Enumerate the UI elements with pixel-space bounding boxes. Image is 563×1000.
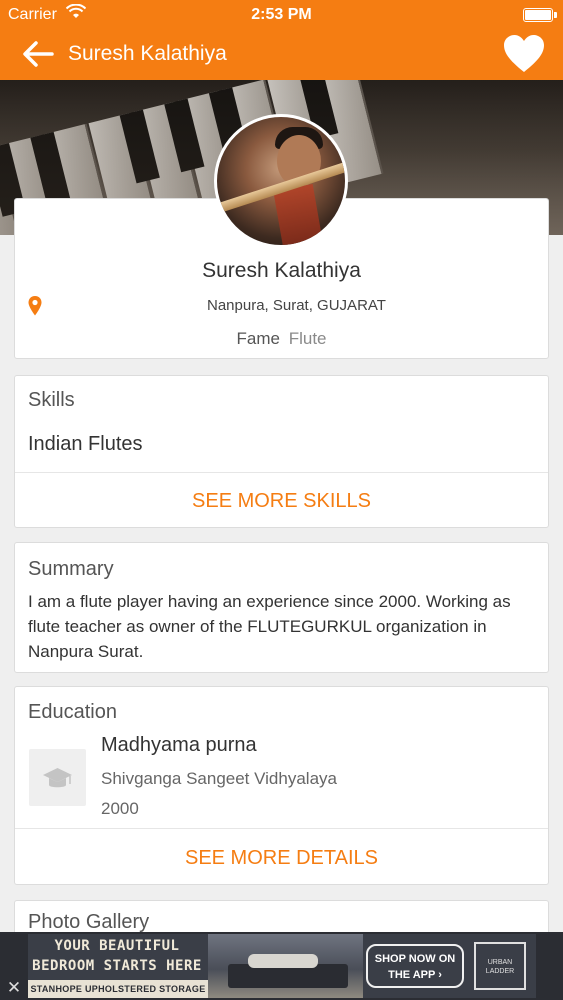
location-pin-icon [28,296,42,316]
app-header: Carrier 2:53 PM Suresh Kalathiya [0,0,563,80]
back-button[interactable] [18,36,58,72]
ad-banner[interactable]: ✕ YOUR BEAUTIFUL BEDROOM STARTS HERE STA… [0,932,563,1000]
ad-footer: STANHOPE UPHOLSTERED STORAGE BED [28,980,208,998]
battery-icon [523,8,557,22]
education-card: Education Madhyama purna Shivganga Sange… [14,686,549,885]
education-year: 2000 [101,799,139,818]
shop-now-button[interactable]: SHOP NOW ON THE APP › [366,944,464,988]
ad-photo [208,934,363,998]
ad-headline-line2: BEDROOM STARTS HERE [32,958,202,974]
see-more-details-button[interactable]: SEE MORE DETAILS [15,847,548,870]
status-bar: Carrier 2:53 PM [0,0,563,30]
ad-headline-line1: YOUR BEAUTIFUL [54,938,180,954]
brand-logo: URBAN LADDER [474,942,526,990]
summary-text: I am a flute player having an experience… [28,592,511,661]
close-ad-button[interactable]: ✕ [4,978,24,998]
education-school: Shivganga Sangeet Vidhyalaya [101,769,337,788]
page-title: Suresh Kalathiya [68,42,227,65]
divider [15,828,548,829]
graduation-cap-icon [43,768,72,788]
fame-label: Fame [236,329,280,348]
ad-cta-line1: SHOP NOW ON [374,953,456,965]
heart-icon [504,35,544,72]
see-more-skills-button[interactable]: SEE MORE SKILLS [15,490,548,513]
ad-headline: YOUR BEAUTIFUL BEDROOM STARTS HERE [28,936,206,976]
profile-name: Suresh Kalathiya [202,259,361,282]
favorite-button[interactable] [501,32,547,76]
divider [15,472,548,473]
skills-title: Skills [28,389,75,411]
avatar[interactable] [214,114,348,248]
brand-line1: URBAN [487,959,513,966]
summary-title: Summary [28,558,114,580]
arrow-left-icon [23,41,54,67]
education-degree: Madhyama purna [101,734,257,756]
education-title: Education [28,701,117,723]
gallery-title: Photo Gallery [28,911,150,933]
nav-bar: Suresh Kalathiya [0,30,563,80]
education-thumbnail [29,749,86,806]
clock: 2:53 PM [251,6,312,23]
skills-card: Skills Indian Flutes SEE MORE SKILLS [14,375,549,528]
ad-creative[interactable]: YOUR BEAUTIFUL BEDROOM STARTS HERE STANH… [28,934,536,998]
fame-row: Fame Flute [15,329,548,349]
profile-location: Nanpura, Surat, GUJARAT [207,297,386,314]
summary-card: Summary I am a flute player having an ex… [14,542,549,673]
brand-line2: LADDER [485,968,515,975]
fame-value: Flute [288,329,327,348]
skill-item: Indian Flutes [28,433,143,455]
ad-cta-line2: THE APP › [388,969,442,981]
